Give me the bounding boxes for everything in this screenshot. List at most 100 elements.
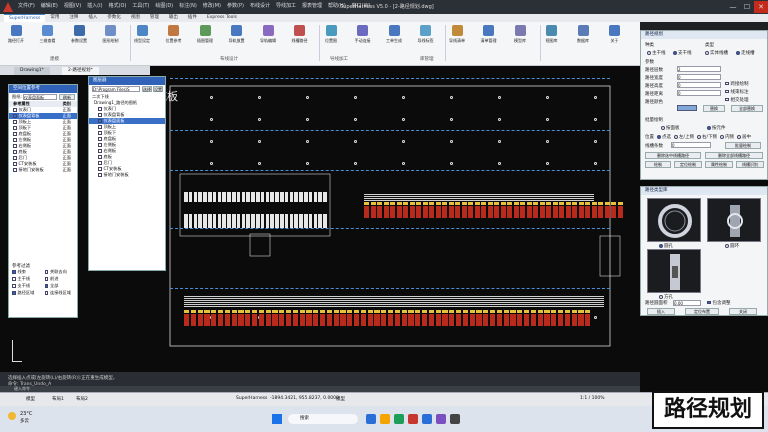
- mode-button[interactable]: 模型: [336, 396, 345, 402]
- ribbon-button[interactable]: 线型设定: [132, 25, 152, 51]
- harness-label-check[interactable]: 线束标注: [725, 89, 749, 95]
- draw-button[interactable]: 绘制: [645, 161, 671, 168]
- filter-checkbox[interactable]: 支干线: [12, 283, 45, 290]
- replace-all-button[interactable]: 全部替换: [731, 105, 763, 112]
- filter-checkbox[interactable]: 路径区域: [12, 290, 45, 297]
- batch-draw-button[interactable]: 批量绘制: [725, 142, 761, 149]
- field-input[interactable]: 0: [677, 90, 721, 96]
- ribbon-button[interactable]: 导线标签: [416, 25, 436, 51]
- filter-checkbox[interactable]: 前进: [44, 276, 78, 283]
- doc-tab-drawing1[interactable]: Drawing1*: [14, 67, 50, 75]
- start-icon[interactable]: [272, 414, 282, 424]
- ribbon-tab[interactable]: 插件: [183, 14, 202, 22]
- taskbar-app-icon[interactable]: [450, 414, 460, 424]
- type-solid-radio[interactable]: 实体线槽: [705, 50, 728, 56]
- ribbon-button[interactable]: 工单生成: [384, 25, 404, 51]
- view-select[interactable]: 仪表盘面板: [23, 94, 57, 100]
- kind-main-radio[interactable]: 主干线: [647, 50, 666, 56]
- ribbon-button[interactable]: 图形绘制: [101, 25, 121, 51]
- position-radio[interactable]: 右/下侧: [697, 134, 717, 140]
- menu-item[interactable]: 参数(P): [227, 2, 244, 9]
- ribbon-tab[interactable]: 参数化: [102, 14, 126, 22]
- filter-checkbox[interactable]: 全部: [44, 283, 78, 290]
- close-button[interactable]: ✕: [754, 1, 768, 13]
- filter-checkbox[interactable]: 关联去向: [44, 269, 78, 276]
- menu-item[interactable]: 插入(I): [87, 2, 102, 9]
- position-radio[interactable]: 点选: [657, 134, 671, 140]
- thumb-ring[interactable]: [707, 198, 761, 242]
- taskbar-app-icon[interactable]: [366, 414, 376, 424]
- ribbon-button[interactable]: 关于: [605, 25, 625, 51]
- ribbon-button[interactable]: 线槽路径: [290, 25, 310, 51]
- kind-branch-radio[interactable]: 支干线: [673, 50, 692, 56]
- locate-place-button[interactable]: 定位布置: [685, 308, 719, 315]
- menu-item[interactable]: 视图(V): [64, 2, 81, 9]
- model-tab[interactable]: 模型: [26, 396, 35, 402]
- minimize-button[interactable]: —: [726, 1, 740, 13]
- ribbon-tab[interactable]: 插入: [83, 14, 102, 22]
- layout1-tab[interactable]: 布局1: [52, 396, 64, 402]
- delete-all-button[interactable]: 删除全部线槽路径: [705, 152, 763, 159]
- field-input[interactable]: 0: [677, 74, 721, 80]
- ribbon-tab[interactable]: 视图: [126, 14, 145, 22]
- taskbar-app-icon[interactable]: [408, 414, 418, 424]
- menu-item[interactable]: 标注(N): [179, 2, 197, 9]
- close-panel-button[interactable]: 关闭: [729, 308, 757, 315]
- drawing-canvas[interactable]: 底板 Y: [14, 66, 640, 372]
- refresh-button[interactable]: 刷新: [59, 94, 75, 100]
- type-trunking-radio[interactable]: 走线槽: [736, 50, 755, 56]
- position-radio[interactable]: 内侧: [720, 134, 734, 140]
- ribbon-tab[interactable]: 注释: [64, 14, 83, 22]
- path-input[interactable]: D:\Program Files\S: [92, 86, 140, 92]
- field-input[interactable]: 2: [677, 66, 721, 72]
- taskbar-app-icon[interactable]: [422, 414, 432, 424]
- taskbar-search[interactable]: 搜索: [288, 414, 358, 424]
- locate-draw-button[interactable]: 定位绘制: [674, 161, 702, 168]
- weather-icon[interactable]: [8, 412, 16, 420]
- menu-item[interactable]: 编辑(E): [41, 2, 58, 9]
- ring-radio[interactable]: 圆环: [725, 243, 739, 249]
- ribbon-button[interactable]: 导轨放置: [227, 25, 247, 51]
- menu-item[interactable]: 修改(M): [203, 2, 221, 9]
- adjust-check[interactable]: 包含调整: [707, 300, 731, 306]
- settings-button[interactable]: 设置: [153, 86, 163, 92]
- ribbon-tab[interactable]: Express Tools: [202, 14, 242, 22]
- color-swatch[interactable]: [677, 105, 697, 111]
- filter-checkbox[interactable]: 线束: [12, 269, 45, 276]
- field-input[interactable]: 0: [677, 82, 721, 88]
- menu-item[interactable]: 报表管理: [302, 2, 322, 9]
- ribbon-button[interactable]: 数据库: [573, 25, 593, 51]
- menu-item[interactable]: 绘图(D): [155, 2, 173, 9]
- maximize-button[interactable]: ☐: [740, 1, 754, 13]
- browse-button[interactable]: 选择: [142, 86, 152, 92]
- size-input[interactable]: 0.00: [673, 300, 701, 306]
- ribbon-tab[interactable]: 常用: [45, 14, 64, 22]
- attr-draw-button[interactable]: 属性绘制: [705, 161, 733, 168]
- by-component-radio[interactable]: 按元件: [707, 125, 726, 131]
- scale-readout[interactable]: 1:1 / 100%: [580, 396, 604, 401]
- menu-item[interactable]: 导线加工: [276, 2, 296, 9]
- wire-count-input[interactable]: 0: [671, 142, 711, 148]
- menu-item[interactable]: 工具(T): [132, 2, 149, 9]
- ribbon-button[interactable]: 路径打开: [6, 25, 26, 51]
- layer-item[interactable]: 接地门安装板: [89, 172, 165, 178]
- insert-button[interactable]: 插入: [647, 308, 675, 315]
- delete-selected-button[interactable]: 删除选中线槽路径: [645, 152, 701, 159]
- ribbon-button[interactable]: 位置图: [321, 25, 341, 51]
- thumb-square-hole[interactable]: [647, 249, 701, 293]
- ribbon-button[interactable]: 导线清单: [447, 25, 467, 51]
- replace-button[interactable]: 替换: [703, 105, 725, 112]
- filter-checkbox[interactable]: 主干线: [12, 276, 45, 283]
- ribbon-tab[interactable]: 管理: [145, 14, 164, 22]
- ribbon-button[interactable]: 插图管理: [195, 25, 215, 51]
- ribbon-tab[interactable]: SuperHarness: [4, 14, 46, 22]
- ribbon-button[interactable]: 手动连接: [353, 25, 373, 51]
- intersect-check[interactable]: 相交处理: [725, 97, 749, 103]
- ribbon-tab[interactable]: 输出: [164, 14, 183, 22]
- menu-item[interactable]: 格式(O): [109, 2, 127, 9]
- app-logo-icon[interactable]: [3, 2, 13, 12]
- trunk-detect-button[interactable]: 线槽识别: [736, 161, 764, 168]
- ribbon-button[interactable]: 参数设置: [69, 25, 89, 51]
- taskbar-app-icon[interactable]: [394, 414, 404, 424]
- taskbar-app-icon[interactable]: [436, 414, 446, 424]
